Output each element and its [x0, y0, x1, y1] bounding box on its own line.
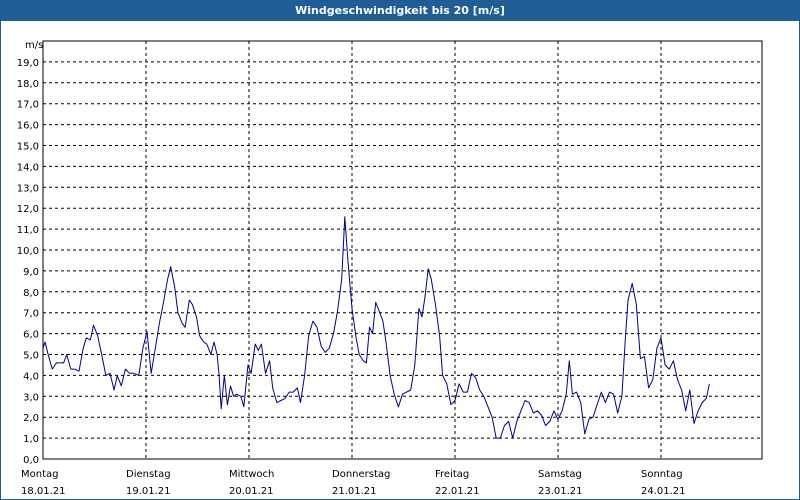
- y-tick-label: 7,0: [23, 309, 39, 320]
- y-tick-label: 8,0: [23, 288, 39, 299]
- x-tick-day: Sonntag: [641, 469, 683, 480]
- y-tick-labels: 0,0 1,0 2,0 3,0 4,0 5,0 6,0 7,0 8,0 9,0 10,0 11,0 12…: [17, 58, 39, 466]
- y-tick-label: 14,0: [17, 162, 39, 173]
- plot-border: [42, 40, 763, 460]
- x-tick-date: 18.01.21: [21, 486, 66, 497]
- y-tick-label: 13,0: [17, 183, 39, 194]
- x-tick-date: 24.01.21: [641, 486, 686, 497]
- y-tick-label: 3,0: [23, 392, 39, 403]
- y-tick-label: 19,0: [17, 58, 39, 69]
- chart-canvas: m/s 0,0 1,0 2,0 3,0 4,0 5,0 6,0 7,0 8,0 9,0 10,0 11…: [17, 40, 763, 497]
- x-tick-day: Donnerstag: [332, 469, 390, 480]
- x-tick-day: Samstag: [538, 469, 582, 480]
- y-tick-label: 9,0: [23, 267, 39, 278]
- y-tick-label: 11,0: [17, 225, 39, 236]
- y-tick-label: 12,0: [17, 204, 39, 215]
- x-tick-date: 23.01.21: [538, 486, 583, 497]
- y-tick-label: 16,0: [17, 121, 39, 132]
- x-tick-date: 22.01.21: [435, 486, 480, 497]
- y-tick-label: 17,0: [17, 100, 39, 111]
- y-tick-label: 0,0: [23, 455, 39, 466]
- y-tick-label: 6,0: [23, 330, 39, 341]
- x-tick-date: 20.01.21: [229, 486, 274, 497]
- chart-window: Windgeschwindigkeit bis 20 [m/s] m/s 0,0…: [0, 0, 800, 500]
- y-tick-label: 5,0: [23, 351, 39, 362]
- y-tick-label: 15,0: [17, 142, 39, 153]
- grid-layer: [42, 40, 763, 460]
- x-tick-day: Mittwoch: [229, 469, 274, 480]
- y-axis-label: m/s: [25, 40, 43, 51]
- x-tick-day: Freitag: [435, 469, 469, 480]
- y-tick-label: 1,0: [23, 434, 39, 445]
- x-tick-date: 21.01.21: [332, 486, 377, 497]
- y-tick-label: 10,0: [17, 246, 39, 257]
- x-tick-labels: Montag 18.01.21 Dienstag 19.01.21 Mittwoch 20…: [21, 469, 686, 497]
- y-tick-label: 18,0: [17, 79, 39, 90]
- x-tick-date: 19.01.21: [126, 486, 171, 497]
- y-tick-label: 2,0: [23, 413, 39, 424]
- y-tick-label: 4,0: [23, 371, 39, 382]
- x-tick-day: Dienstag: [126, 469, 171, 480]
- x-tick-day: Montag: [21, 469, 58, 480]
